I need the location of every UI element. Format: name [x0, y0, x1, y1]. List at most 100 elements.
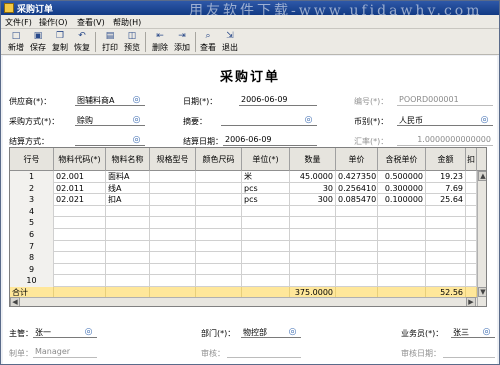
- cell-discount[interactable]: [466, 240, 477, 253]
- col-header-material-code[interactable]: 物料代码(*): [54, 148, 106, 171]
- cell-amount[interactable]: [426, 263, 466, 276]
- cell-discount[interactable]: [466, 229, 477, 241]
- cell-color-size[interactable]: [196, 205, 242, 218]
- horizontal-scrollbar[interactable]: ◀ ▶: [10, 297, 477, 306]
- cell-material-code[interactable]: 02.021: [54, 194, 106, 206]
- settle-method-lookup-icon[interactable]: ◎: [131, 135, 142, 145]
- cell-material-name[interactable]: [106, 229, 150, 241]
- scroll-up-icon[interactable]: ▲: [478, 171, 486, 181]
- cell-amount[interactable]: [426, 205, 466, 218]
- cell-color-size[interactable]: [196, 240, 242, 253]
- scroll-down-icon[interactable]: ▼: [478, 287, 486, 297]
- cell-material-code[interactable]: [54, 275, 106, 287]
- cell-discount[interactable]: [466, 171, 477, 183]
- cell-price[interactable]: [336, 205, 378, 218]
- cell-unit[interactable]: [242, 229, 290, 241]
- cell-tax-price[interactable]: 0.300000: [378, 182, 426, 195]
- cell-price[interactable]: [336, 252, 378, 264]
- col-header-amount[interactable]: 金额: [426, 148, 466, 171]
- cell-material-name[interactable]: [106, 252, 150, 264]
- cell-material-name[interactable]: [106, 217, 150, 229]
- cell-spec[interactable]: [150, 217, 196, 229]
- cell-unit[interactable]: 米: [242, 171, 290, 183]
- col-header-price[interactable]: 单价: [336, 148, 378, 171]
- cell-material-name[interactable]: 扣A: [106, 194, 150, 206]
- view-button[interactable]: ⌕ 查看: [197, 31, 219, 53]
- col-header-spec[interactable]: 规格型号: [150, 148, 196, 171]
- cell-unit[interactable]: pcs: [242, 182, 290, 195]
- cell-amount[interactable]: [426, 217, 466, 229]
- cell-discount[interactable]: [466, 263, 477, 276]
- print-button[interactable]: ▤ 打印: [99, 31, 121, 53]
- cell-color-size[interactable]: [196, 182, 242, 195]
- cell-price[interactable]: [336, 217, 378, 229]
- vertical-scrollbar[interactable]: ▲ ▼: [477, 171, 486, 306]
- cell-material-code[interactable]: [54, 229, 106, 241]
- cell-discount[interactable]: [466, 217, 477, 229]
- cell-material-name[interactable]: [106, 205, 150, 218]
- cell-tax-price[interactable]: [378, 275, 426, 287]
- currency-lookup-icon[interactable]: ◎: [479, 115, 490, 125]
- cell-material-name[interactable]: [106, 240, 150, 253]
- cell-spec[interactable]: [150, 252, 196, 264]
- cell-unit[interactable]: pcs: [242, 194, 290, 206]
- cell-spec[interactable]: [150, 240, 196, 253]
- cell-color-size[interactable]: [196, 263, 242, 276]
- save-button[interactable]: ▣ 保存: [27, 31, 49, 53]
- cell-spec[interactable]: [150, 182, 196, 195]
- col-header-color-size[interactable]: 颜色尺码: [196, 148, 242, 171]
- menu-view[interactable]: 查看(V): [77, 17, 105, 28]
- cell-amount[interactable]: 25.64: [426, 194, 466, 206]
- cell-amount[interactable]: 19.23: [426, 171, 466, 183]
- cell-color-size[interactable]: [196, 275, 242, 287]
- cell-tax-price[interactable]: [378, 229, 426, 241]
- preview-button[interactable]: ◫ 预览: [121, 31, 143, 53]
- date-field[interactable]: 2006-06-09: [239, 95, 317, 106]
- cell-tax-price[interactable]: [378, 205, 426, 218]
- cell-qty[interactable]: [290, 252, 336, 264]
- cell-material-name[interactable]: [106, 275, 150, 287]
- cell-price[interactable]: 0.085470: [336, 194, 378, 206]
- cell-price[interactable]: 0.427350: [336, 171, 378, 183]
- cell-price[interactable]: 0.256410: [336, 182, 378, 195]
- cell-tax-price[interactable]: [378, 252, 426, 264]
- cell-tax-price[interactable]: 0.500000: [378, 171, 426, 183]
- cell-unit[interactable]: [242, 205, 290, 218]
- cell-discount[interactable]: [466, 252, 477, 264]
- cell-spec[interactable]: [150, 229, 196, 241]
- cell-price[interactable]: [336, 275, 378, 287]
- cell-amount[interactable]: [426, 275, 466, 287]
- cell-spec[interactable]: [150, 275, 196, 287]
- cell-qty[interactable]: [290, 205, 336, 218]
- cell-qty[interactable]: [290, 217, 336, 229]
- col-header-tax-price[interactable]: 含税单价: [378, 148, 426, 171]
- col-header-discount[interactable]: 扣: [466, 148, 477, 171]
- cell-unit[interactable]: [242, 217, 290, 229]
- cell-tax-price[interactable]: 0.100000: [378, 194, 426, 206]
- cell-spec[interactable]: [150, 171, 196, 183]
- cell-qty[interactable]: 300: [290, 194, 336, 206]
- cell-qty[interactable]: 45.0000: [290, 171, 336, 183]
- cell-unit[interactable]: [242, 240, 290, 253]
- cell-material-code[interactable]: [54, 240, 106, 253]
- supplier-lookup-icon[interactable]: ◎: [131, 95, 142, 105]
- cell-qty[interactable]: 30: [290, 182, 336, 195]
- cell-qty[interactable]: [290, 240, 336, 253]
- add-row-button[interactable]: ⇥ 添加: [171, 31, 193, 53]
- scroll-left-icon[interactable]: ◀: [10, 297, 20, 306]
- cell-material-name[interactable]: [106, 263, 150, 276]
- cell-material-code[interactable]: 02.011: [54, 182, 106, 195]
- cell-tax-price[interactable]: [378, 217, 426, 229]
- menu-help[interactable]: 帮助(H): [113, 17, 141, 28]
- cell-color-size[interactable]: [196, 194, 242, 206]
- settle-date-field[interactable]: 2006-06-09: [223, 135, 317, 146]
- salesman-lookup-icon[interactable]: ◎: [481, 327, 492, 337]
- cell-material-code[interactable]: [54, 252, 106, 264]
- cell-discount[interactable]: [466, 182, 477, 195]
- scroll-right-icon[interactable]: ▶: [466, 297, 476, 306]
- cell-material-code[interactable]: 02.001: [54, 171, 106, 183]
- cell-discount[interactable]: [466, 205, 477, 218]
- cell-color-size[interactable]: [196, 252, 242, 264]
- cell-price[interactable]: [336, 229, 378, 241]
- cell-unit[interactable]: [242, 252, 290, 264]
